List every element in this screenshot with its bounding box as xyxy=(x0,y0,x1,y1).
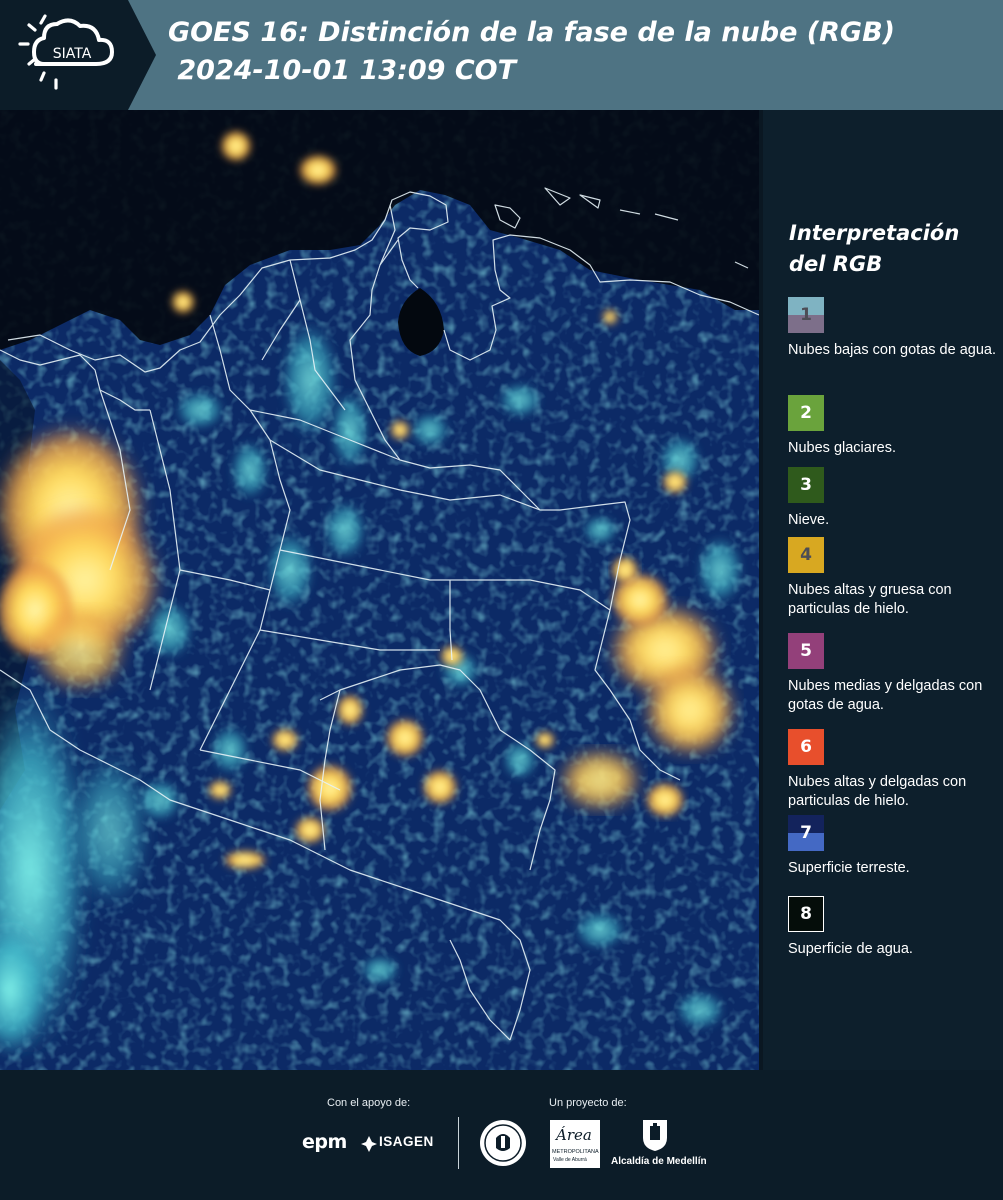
support-caption: Con el apoyo de: xyxy=(327,1097,411,1109)
isagen-icon xyxy=(361,1136,377,1152)
isagen-logo-text: ISAGEN xyxy=(379,1134,434,1149)
epm-logo: epm xyxy=(302,1131,347,1153)
alcaldia-text: Alcaldía de Medellín xyxy=(611,1156,707,1167)
legend-label: Nieve. xyxy=(788,512,830,528)
legend-swatch-number: 5 xyxy=(800,641,812,661)
legend-label: Superficie de agua. xyxy=(788,941,913,957)
legend-item-6: 6 Nubes altas y delgadas con particulas d… xyxy=(788,729,1000,811)
legend-swatch: 5 xyxy=(788,633,824,669)
legend-item-7: 7 Superficie terreste. xyxy=(788,815,1000,878)
legend-label: Nubes altas y gruesa con particulas de h… xyxy=(788,582,952,617)
legend-swatch: 1 xyxy=(788,297,824,333)
legend-swatch-number: 2 xyxy=(800,403,812,423)
legend-item-1: 1 Nubes bajas con gotas de agua. xyxy=(788,297,1000,360)
area-metro-text: Área xyxy=(556,1126,592,1144)
legend-item-5: 5 Nubes medias y delgadas con gotas de ag… xyxy=(788,633,1000,715)
siata-logo-text: SIATA xyxy=(53,46,92,62)
legend-swatch-number: 8 xyxy=(800,904,812,924)
legend-swatch: 3 xyxy=(788,467,824,503)
legend-item-3: 3 Nieve. xyxy=(788,467,1000,530)
area-metro-sub2: Valle de Aburrá xyxy=(553,1157,587,1163)
area-metropolitana-logo: Área METROPOLITANA Valle de Aburrá xyxy=(550,1120,600,1168)
medellin-shield-icon xyxy=(643,1120,667,1151)
legend-swatch: 8 xyxy=(788,896,824,932)
legend-swatch: 4 xyxy=(788,537,824,573)
legend-swatch-number: 1 xyxy=(800,305,812,325)
footer-separator xyxy=(458,1117,459,1169)
legend-swatch-number: 4 xyxy=(800,545,812,565)
header: SIATA GOES 16: Distinción de la fase de … xyxy=(0,0,1003,110)
legend-swatch: 2 xyxy=(788,395,824,431)
legend-item-4: 4 Nubes altas y gruesa con particulas de … xyxy=(788,537,1000,619)
isagen-logo: ISAGEN xyxy=(360,1132,442,1156)
legend-label: Nubes glaciares. xyxy=(788,440,896,456)
legend-label: Nubes altas y delgadas con particulas de… xyxy=(788,774,967,809)
footer: Con el apoyo de: Un proyecto de: epm ISA… xyxy=(0,1070,1003,1200)
legend-item-8: 8 Superficie de agua. xyxy=(788,896,1000,959)
satellite-map[interactable] xyxy=(0,110,759,1070)
project-caption: Un proyecto de: xyxy=(549,1097,627,1109)
legend-swatch-number: 3 xyxy=(800,475,812,495)
legend-panel: Interpretación del RGB 1 Nubes bajas con … xyxy=(763,110,1003,1070)
legend-item-2: 2 Nubes glaciares. xyxy=(788,395,1000,458)
legend-swatch-number: 6 xyxy=(800,737,812,757)
legend-label: Nubes medias y delgadas con gotas de agu… xyxy=(788,678,983,713)
alcaldia-medellin-logo: Alcaldía de Medellín xyxy=(606,1118,707,1172)
legend-swatch: 6 xyxy=(788,729,824,765)
page-title: GOES 16: Distinción de la fase de la nub… xyxy=(168,17,895,86)
siata-logo: SIATA xyxy=(0,0,156,110)
legend-title: Interpretación del RGB xyxy=(789,221,960,276)
legend-label: Superficie terreste. xyxy=(788,860,910,876)
legend-swatch: 7 xyxy=(788,815,824,851)
area-metro-sub: METROPOLITANA xyxy=(552,1149,599,1155)
university-seal-logo xyxy=(478,1118,528,1168)
epm-logo-text: epm xyxy=(302,1131,347,1153)
legend-label: Nubes bajas con gotas de agua. xyxy=(788,342,996,358)
legend-swatch-number: 7 xyxy=(800,823,812,843)
